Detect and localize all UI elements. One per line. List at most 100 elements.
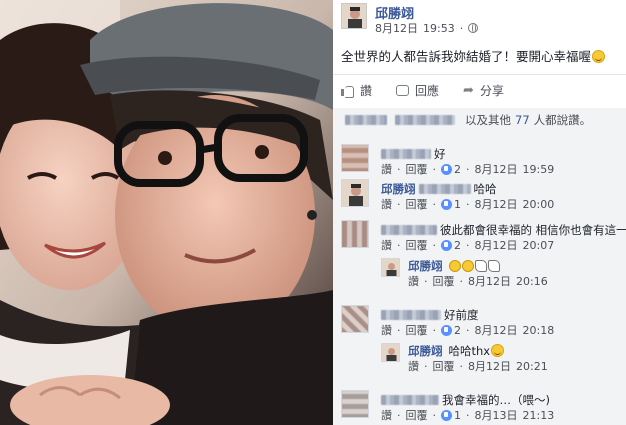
meta-separator: · [459,21,464,35]
like-count-value: 1 [454,408,461,422]
commenter-avatar[interactable] [341,179,369,207]
blurred-name [381,225,437,235]
comment-footer: 讚 · 回覆 · 2 · 8月12日 20:18 [381,322,554,338]
comment-time: 20:18 [522,323,555,337]
smile-emoji-icon [592,50,606,63]
comment-footer: 讚 · 回覆 · 2 · 8月12日 20:07 [381,237,554,253]
comment-text: 哈哈 [473,182,497,196]
reply-footer: 讚 · 回覆 · 8月12日 20:16 [408,273,548,289]
dot-separator: · [466,323,470,337]
commenter-name[interactable]: 邱勝翊 [381,181,416,197]
dot-separator: · [466,238,470,252]
comment-like-count[interactable]: 2 [441,239,461,252]
post-timestamp[interactable]: 8月12日 19:53 · [375,20,479,36]
comment-time: 21:13 [522,408,555,422]
reply-reply-link[interactable]: 回覆 [433,358,455,374]
comment-like-link[interactable]: 讚 [381,322,392,338]
commenter-avatar[interactable] [341,305,369,333]
commenter-avatar[interactable] [341,220,369,248]
comment-date[interactable]: 8月12日 [475,237,518,253]
grimace-emoji-icon [448,260,461,272]
author-avatar[interactable] [341,3,367,29]
reply-body: 邱勝翊 [408,258,501,274]
dot-separator: · [397,323,401,337]
dot-separator: · [459,274,464,288]
blurred-name [381,149,431,159]
comment-date[interactable]: 8月12日 [475,161,518,177]
comment-date[interactable]: 8月12日 [475,322,518,338]
comment-like-count[interactable]: 1 [441,409,461,422]
commenter-avatar[interactable] [341,144,369,172]
post-header: 邱勝翊 8月12日 19:53 · [341,3,621,35]
divider [333,74,626,75]
comment-button[interactable]: 回應 [396,82,439,99]
globe-icon [468,23,479,33]
comment-body: 彼此都會很幸福的 相信你也會有這一 [381,222,626,238]
reply-like-link[interactable]: 讚 [408,273,419,289]
dot-separator: · [432,323,437,337]
like-button[interactable]: 讚 [341,82,372,99]
share-label: 分享 [479,83,504,98]
comment-like-link[interactable]: 讚 [381,237,392,253]
reply-text: 哈哈thx [449,343,505,359]
comment-like-count[interactable]: 1 [441,198,461,211]
like-badge-icon [441,163,452,175]
like-label: 讚 [360,83,373,98]
replier-avatar[interactable] [381,343,400,362]
reply-date[interactable]: 8月12日 [468,273,511,289]
likes-summary[interactable]: 以及其他 77 人都說讚。 [333,108,626,132]
post-message: 全世界的人都告訴我妳結婚了！要開心幸福喔 [341,46,626,65]
comment-text: 彼此都會很幸福的 相信你也會有這一 [440,223,626,237]
dot-separator: · [432,408,437,422]
reply-reply-link[interactable]: 回覆 [433,273,455,289]
replier-name[interactable]: 邱勝翊 [408,343,443,359]
comment-body: 好前度 [381,307,479,323]
hand-emoji-icon [487,260,500,272]
dot-separator: · [466,162,470,176]
like-badge-icon [441,198,452,210]
comment-body: 邱勝翊 哈哈 [381,181,497,197]
share-arrow-icon: ➦ [463,82,474,98]
replier-name[interactable]: 邱勝翊 [408,258,443,274]
comment-reply-link[interactable]: 回覆 [406,407,428,423]
hand-emoji-icon [474,260,487,272]
likes-count[interactable]: 77 [515,113,530,127]
post-date: 8月12日 [375,22,418,35]
post-actions: 讚 回應 ➦ 分享 [341,80,621,100]
comment-time: 20:07 [522,238,555,252]
avatar-image [382,344,399,361]
comment-date[interactable]: 8月12日 [475,196,518,212]
comment-like-link[interactable]: 讚 [381,407,392,423]
comment-reply-link[interactable]: 回覆 [406,237,428,253]
likes-suffix: 人都說讚。 [533,113,592,127]
blurred-name [395,115,455,125]
like-badge-icon [441,409,452,421]
share-button[interactable]: ➦ 分享 [463,82,504,99]
blurred-tag [418,184,471,194]
dot-separator: · [424,274,428,288]
replier-avatar[interactable] [381,258,400,277]
comment-reply-link[interactable]: 回覆 [406,322,428,338]
grimace-emoji-icon [461,260,474,272]
dot-separator: · [424,359,428,373]
like-count-value: 2 [454,323,461,337]
reply-emojis [448,259,501,273]
post-message-text: 全世界的人都告訴我妳結婚了！要開心幸福喔 [341,49,592,64]
avatar-image [342,4,366,28]
comment-reply-link[interactable]: 回覆 [406,161,428,177]
dot-separator: · [397,162,401,176]
comment-label: 回應 [415,83,440,98]
comment-like-link[interactable]: 讚 [381,196,392,212]
comment-like-link[interactable]: 讚 [381,161,392,177]
dot-separator: · [466,408,470,422]
post-time: 19:53 [423,21,455,35]
comment-body: 好 [381,146,446,162]
comment-reply-link[interactable]: 回覆 [406,196,428,212]
reply-like-link[interactable]: 讚 [408,358,419,374]
comment-like-count[interactable]: 2 [441,324,461,337]
comment-date[interactable]: 8月13日 [475,407,518,423]
comment-like-count[interactable]: 2 [441,163,461,176]
commenter-avatar[interactable] [341,390,369,418]
reply-date[interactable]: 8月12日 [468,358,511,374]
comments-list: 好 讚 · 回覆 · 2 · 8月12日 19:59 邱勝翊 哈哈 讚 · 回覆… [333,132,626,425]
